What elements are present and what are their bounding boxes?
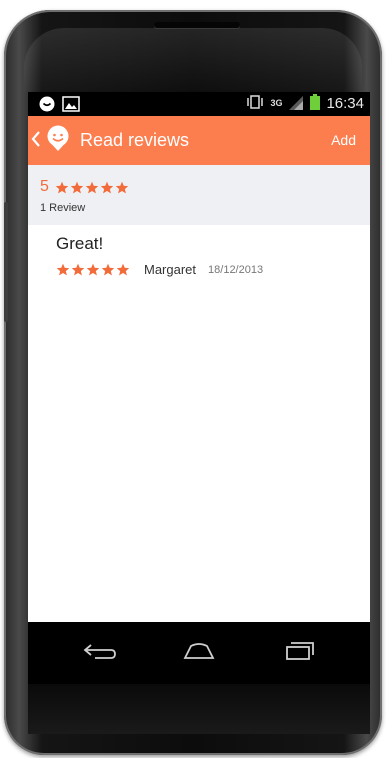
review-count: 1 Review: [40, 202, 86, 214]
battery-icon: [310, 94, 321, 113]
vibrate-icon: [246, 94, 264, 113]
star-icon: [101, 263, 115, 276]
star-icon: [56, 263, 70, 276]
phone-chin: [28, 684, 370, 734]
system-navigation-bar: [28, 622, 370, 684]
star-icon: [115, 181, 129, 193]
earpiece-speaker: [154, 22, 240, 28]
signal-icon: [288, 95, 304, 113]
screen: 3G 16:34 Read reviews Add 5 1 Review Gre…: [28, 92, 370, 622]
back-chevron-icon: [30, 129, 42, 154]
review-date: 18/12/2013: [208, 263, 264, 276]
page-title: Read reviews: [80, 130, 190, 150]
nav-home-button[interactable]: [175, 636, 223, 666]
summary-stars: [55, 181, 129, 194]
image-icon: [62, 96, 80, 117]
up-navigation-button[interactable]: [30, 125, 72, 158]
home-nav-icon: [183, 643, 215, 659]
nav-back-button[interactable]: [76, 636, 124, 666]
recents-nav-icon: [286, 642, 314, 660]
volume-button: [4, 202, 8, 322]
review-stars: [56, 263, 130, 276]
network-type: 3G: [270, 98, 283, 108]
phone-gloss: [24, 28, 362, 98]
status-bar: 3G 16:34: [28, 92, 370, 116]
nav-recents-button[interactable]: [275, 636, 323, 666]
star-icon: [86, 263, 100, 276]
review-item[interactable]: Great! Margaret 18/12/2013: [56, 234, 263, 277]
notification-icon: [38, 95, 56, 118]
star-icon: [116, 263, 130, 276]
add-review-button[interactable]: Add: [331, 132, 356, 148]
average-rating: 5: [40, 178, 129, 196]
review-title: Great!: [56, 234, 104, 253]
review-author: Margaret: [144, 262, 197, 277]
star-icon: [70, 181, 84, 193]
star-icon: [100, 181, 114, 193]
action-bar: Read reviews Add: [28, 116, 370, 165]
star-icon: [71, 263, 85, 276]
average-rating-value: 5: [40, 178, 49, 195]
status-time: 16:34: [326, 95, 364, 112]
rating-summary: 5 1 Review: [28, 165, 370, 225]
star-icon: [55, 181, 69, 193]
back-nav-icon: [83, 644, 116, 659]
review-meta: Margaret 18/12/2013: [56, 262, 263, 277]
star-icon: [85, 181, 99, 193]
app-logo-icon: [44, 125, 72, 158]
